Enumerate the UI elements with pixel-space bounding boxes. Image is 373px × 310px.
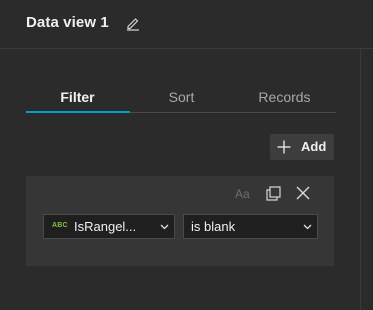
close-icon[interactable] [296, 186, 310, 200]
field-select-value: IsRangel... [74, 219, 137, 234]
tab-records[interactable]: Records [233, 84, 336, 112]
pencil-icon[interactable] [125, 15, 141, 31]
chevron-down-icon [303, 224, 312, 230]
add-filter-button[interactable]: Add [270, 134, 334, 160]
panel-divider [360, 48, 361, 310]
field-select[interactable]: ABC IsRangel... [43, 214, 175, 239]
operator-select[interactable]: is blank [183, 214, 318, 239]
page-title: Data view 1 [26, 14, 109, 31]
operator-select-value: is blank [191, 219, 236, 234]
tab-sort[interactable]: Sort [130, 84, 233, 112]
active-tab-indicator [26, 111, 130, 113]
filter-expression-card: Aa ABC IsRangel... is blank [26, 176, 334, 266]
copy-icon[interactable] [266, 186, 281, 201]
case-sensitive-toggle[interactable]: Aa [235, 187, 250, 201]
string-field-icon: ABC [52, 222, 68, 229]
panel-header: Data view 1 [0, 0, 373, 49]
add-button-label: Add [301, 139, 327, 154]
plus-icon [277, 140, 291, 154]
tab-filter[interactable]: Filter [26, 84, 129, 112]
chevron-down-icon [160, 224, 169, 230]
tab-bar: Filter Sort Records [26, 84, 336, 114]
